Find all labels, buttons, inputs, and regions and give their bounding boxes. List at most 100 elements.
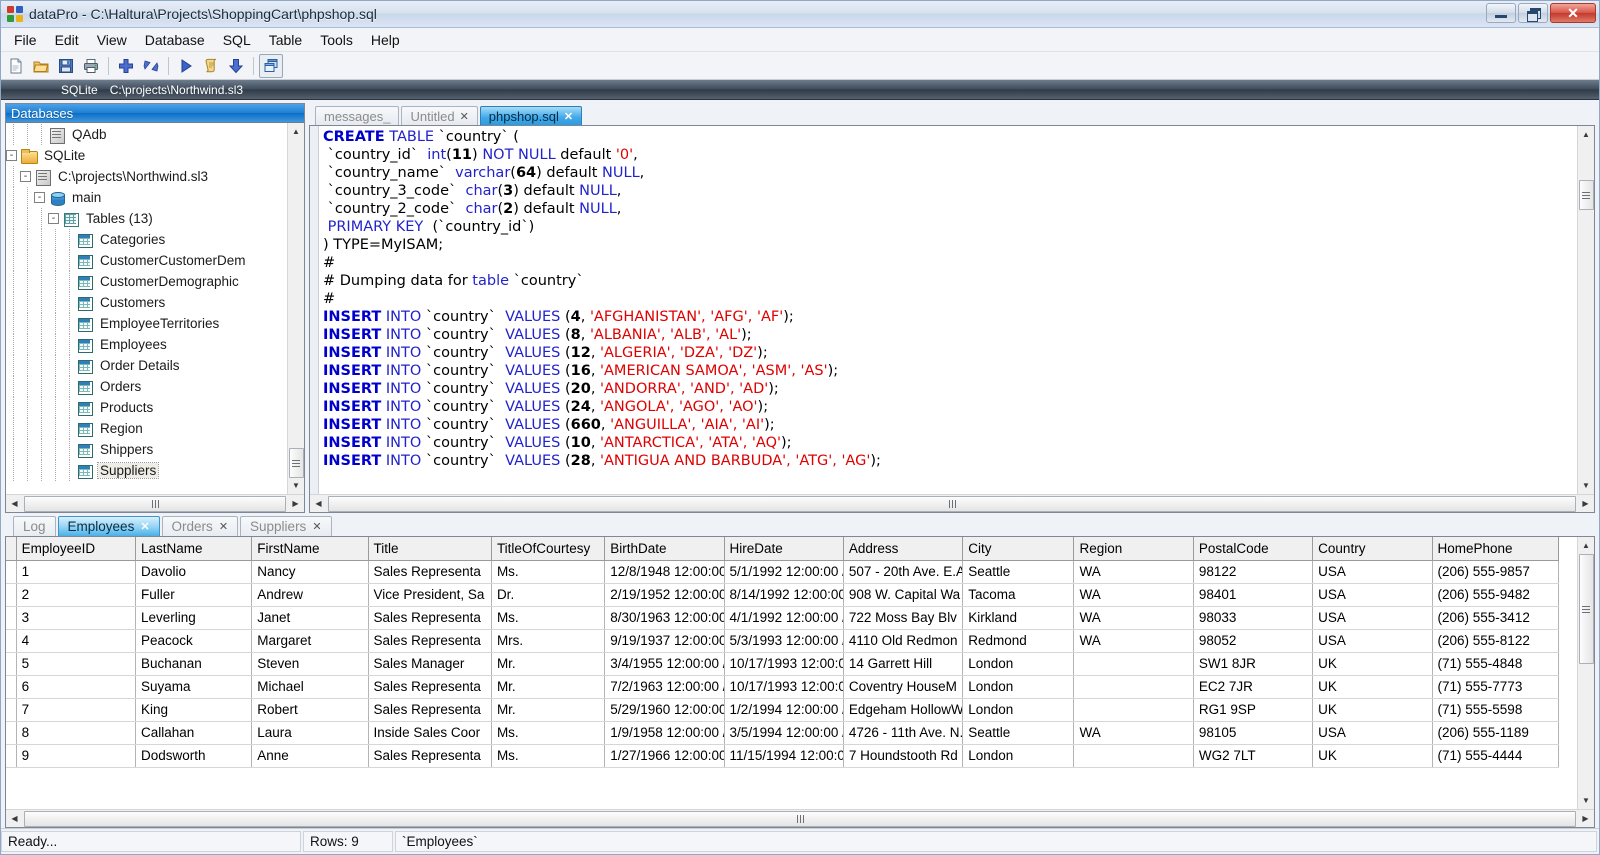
grid-cell[interactable]: Ms. <box>491 560 606 584</box>
table-row[interactable]: 8 Callahan Laura Inside Sales Coor Ms. 1/9/19… <box>6 721 1560 745</box>
tree-expander-icon[interactable]: - <box>6 150 17 161</box>
tree-node-categories[interactable]: Categories <box>6 229 287 250</box>
grid-cell[interactable]: London <box>962 652 1075 676</box>
grid-cell[interactable] <box>1073 675 1194 699</box>
tree-scroll-down-icon[interactable]: ▼ <box>288 478 304 493</box>
close-button[interactable]: ✕ <box>1550 3 1596 23</box>
minimize-button[interactable] <box>1486 3 1516 23</box>
result-tab-orders[interactable]: Orders ✕ <box>161 516 239 536</box>
grid-cell[interactable]: Sales Representa <box>368 629 492 653</box>
grid-cell[interactable]: 4726 - 11th Ave. N. <box>843 721 964 745</box>
add-record-button[interactable] <box>114 54 138 78</box>
result-tab-log[interactable]: Log <box>13 516 56 536</box>
grid-cell[interactable]: Anne <box>251 744 369 768</box>
editor-scroll-up-icon[interactable]: ▲ <box>1578 127 1594 142</box>
grid-cell[interactable]: (71) 555-4848 <box>1432 652 1560 676</box>
grid-cell[interactable]: Ms. <box>491 606 606 630</box>
grid-cell[interactable]: 4/1/1992 12:00:00 / <box>724 606 844 630</box>
download-button[interactable] <box>224 54 248 78</box>
row-selector-cell[interactable] <box>6 583 17 607</box>
grid-scroll-up-icon[interactable]: ▲ <box>1578 538 1594 553</box>
grid-cell[interactable]: Mr. <box>491 675 606 699</box>
grid-column-header[interactable]: Address <box>843 537 964 561</box>
grid-scroll-thumb[interactable] <box>1578 554 1594 664</box>
grid-cell[interactable]: 98122 <box>1193 560 1314 584</box>
grid-cell[interactable]: UK <box>1312 744 1433 768</box>
row-selector-cell[interactable] <box>6 721 17 745</box>
tree-node-employees[interactable]: Employees <box>6 334 287 355</box>
tree-expander-icon[interactable]: - <box>48 213 59 224</box>
grid-column-header[interactable]: FirstName <box>251 537 369 561</box>
grid-cell[interactable]: Laura <box>251 721 369 745</box>
menu-edit[interactable]: Edit <box>46 29 88 51</box>
result-grid-body[interactable]: EmployeeID LastName FirstName Title TitleOfC… <box>6 537 1594 809</box>
grid-corner-cell[interactable] <box>6 537 17 561</box>
grid-cell[interactable]: WA <box>1073 721 1194 745</box>
grid-cell[interactable]: EC2 7JR <box>1193 675 1314 699</box>
tree-node-orders[interactable]: Orders <box>6 376 287 397</box>
grid-cell[interactable]: 8/30/1963 12:00:00 <box>604 606 725 630</box>
grid-cell[interactable]: WA <box>1073 606 1194 630</box>
open-file-button[interactable] <box>29 54 53 78</box>
grid-cell[interactable]: UK <box>1312 698 1433 722</box>
employees-data-grid[interactable]: EmployeeID LastName FirstName Title TitleOfC… <box>6 537 1560 768</box>
grid-hscroll-right-icon[interactable]: ▶ <box>1577 811 1594 827</box>
grid-cell[interactable]: 9/19/1937 12:00:00 <box>604 629 725 653</box>
grid-cell[interactable]: 2/19/1952 12:00:00 <box>604 583 725 607</box>
close-icon[interactable]: ✕ <box>460 110 469 123</box>
grid-cell[interactable]: (71) 555-5598 <box>1432 698 1560 722</box>
grid-cell[interactable]: Suyama <box>135 675 253 699</box>
grid-cell[interactable]: Dodsworth <box>135 744 253 768</box>
grid-cell[interactable]: Edgeham HollowW <box>843 698 964 722</box>
result-grid-scrollarea[interactable]: EmployeeID LastName FirstName Title TitleOfC… <box>6 537 1577 809</box>
grid-cell[interactable]: (71) 555-4444 <box>1432 744 1560 768</box>
grid-hscroll-left-icon[interactable]: ◀ <box>6 811 23 827</box>
grid-cell[interactable]: (71) 555-7773 <box>1432 675 1560 699</box>
grid-cell[interactable]: Mr. <box>491 698 606 722</box>
grid-cell[interactable]: USA <box>1312 583 1433 607</box>
grid-vertical-scrollbar[interactable]: ▲ ▼ <box>1577 537 1594 809</box>
grid-cell[interactable]: Coventry HouseM <box>843 675 964 699</box>
grid-cell[interactable]: Buchanan <box>135 652 253 676</box>
print-button[interactable] <box>79 54 103 78</box>
sql-editor-body[interactable]: CREATE TABLE `country` ( `country_id` in… <box>310 126 1594 494</box>
table-row[interactable]: 5 Buchanan Steven Sales Manager Mr. 3/4/1955 … <box>6 652 1560 676</box>
grid-cell[interactable]: Inside Sales Coor <box>368 721 492 745</box>
grid-cell[interactable]: USA <box>1312 721 1433 745</box>
tree-node-sqlite[interactable]: - SQLite <box>6 145 287 166</box>
editor-tab-untitled[interactable]: Untitled ✕ <box>401 106 478 125</box>
close-icon[interactable]: ✕ <box>140 520 149 533</box>
grid-cell[interactable]: SW1 8JR <box>1193 652 1314 676</box>
save-button[interactable] <box>54 54 78 78</box>
grid-cell[interactable]: 1/2/1994 12:00:00 / <box>724 698 844 722</box>
execute-sql-button[interactable] <box>174 54 198 78</box>
grid-cell[interactable]: London <box>962 744 1075 768</box>
grid-cell[interactable]: 1/27/1966 12:00:00 <box>604 744 725 768</box>
grid-cell[interactable]: WA <box>1073 560 1194 584</box>
grid-column-header[interactable]: HireDate <box>724 537 844 561</box>
grid-cell[interactable]: Vice President, Sa <box>368 583 492 607</box>
tree-node-order-details[interactable]: Order Details <box>6 355 287 376</box>
grid-cell[interactable]: 98401 <box>1193 583 1314 607</box>
tree-horizontal-scrollbar[interactable]: ◀ ▶ <box>6 494 304 512</box>
editor-hscroll-left-icon[interactable]: ◀ <box>310 496 327 512</box>
result-grid-container[interactable]: EmployeeID LastName FirstName Title TitleOfC… <box>5 536 1595 828</box>
tree-node-customercustomerdem[interactable]: CustomerCustomerDem <box>6 250 287 271</box>
editor-scroll-down-icon[interactable]: ▼ <box>1578 478 1594 493</box>
grid-scroll-down-icon[interactable]: ▼ <box>1578 793 1594 808</box>
tree-scroll-track[interactable] <box>288 139 304 448</box>
editor-tab-messages-[interactable]: messages_ <box>315 106 400 125</box>
table-row[interactable]: 6 Suyama Michael Sales Representa Mr. 7/2/196… <box>6 675 1560 699</box>
grid-cell[interactable]: London <box>962 675 1075 699</box>
menu-file[interactable]: File <box>5 29 46 51</box>
table-row[interactable]: 7 King Robert Sales Representa Mr. 5/29/1960 … <box>6 698 1560 722</box>
editor-hscroll-thumb[interactable] <box>328 495 1576 512</box>
grid-column-header[interactable]: BirthDate <box>604 537 725 561</box>
grid-cell[interactable]: Ms. <box>491 744 606 768</box>
grid-cell[interactable]: 5/1/1992 12:00:00 / <box>724 560 844 584</box>
grid-cell[interactable]: 14 Garrett Hill <box>843 652 964 676</box>
grid-cell[interactable]: UK <box>1312 675 1433 699</box>
restore-button[interactable] <box>1518 3 1548 23</box>
grid-cell[interactable]: Sales Representa <box>368 744 492 768</box>
tree-hscroll-right-icon[interactable]: ▶ <box>287 496 304 512</box>
